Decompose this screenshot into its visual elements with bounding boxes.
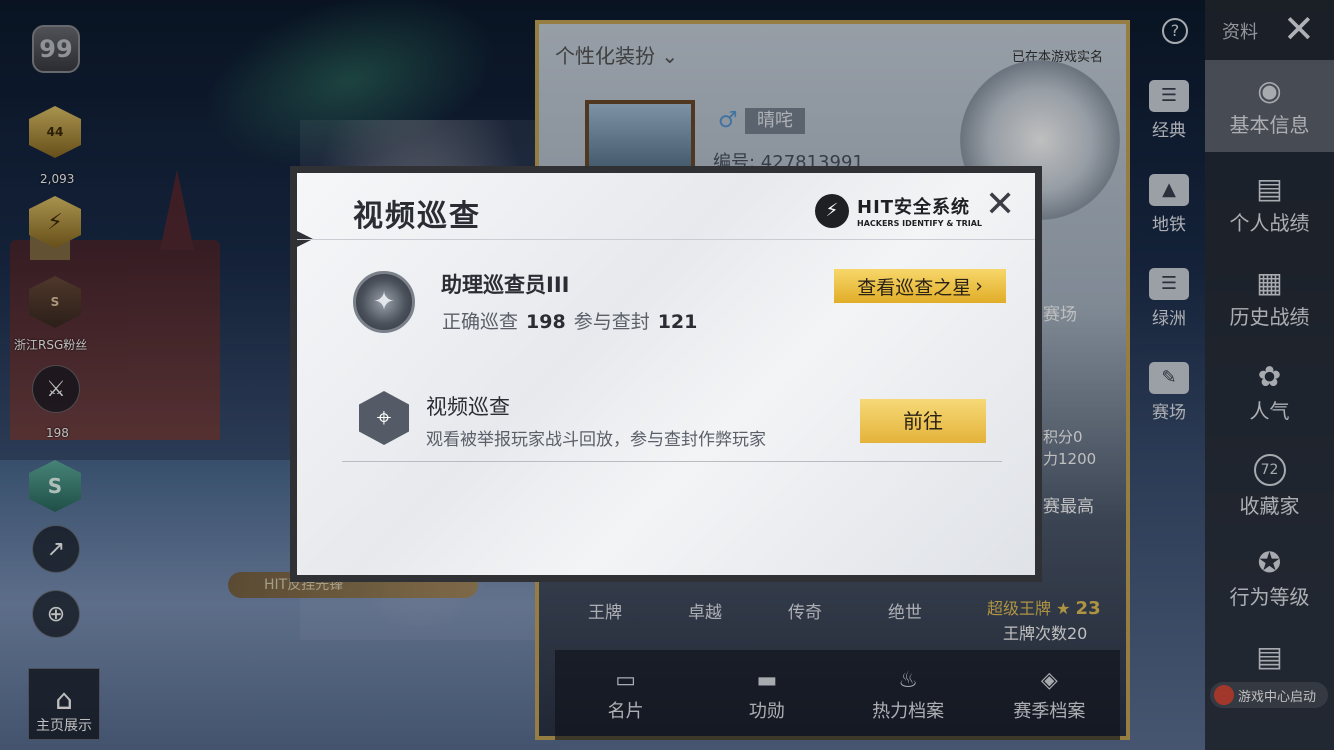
- modal-close-icon[interactable]: ✕: [985, 187, 1015, 223]
- chevron-right-icon: ›: [975, 275, 983, 297]
- patrol-rank-name: 助理巡查员III: [441, 273, 570, 297]
- modal-body: 视频巡查 ⚡ HIT安全系统 HACKERS IDENTIFY & TRIAL …: [297, 173, 1035, 575]
- patrol-rank-badge: ✦: [353, 271, 415, 333]
- crosshair-icon: ⌖: [359, 391, 409, 445]
- hit-logo-icon: ⚡: [815, 193, 849, 228]
- goto-button[interactable]: 前往: [860, 399, 986, 443]
- task-divider: [342, 461, 1002, 462]
- ban-count: 121: [657, 311, 698, 333]
- modal-title: 视频巡查: [353, 199, 481, 234]
- view-patrol-star-label: 查看巡查之星: [857, 276, 972, 299]
- hit-logo-text: HIT安全系统: [857, 197, 971, 218]
- ban-label: 参与查封: [573, 311, 650, 333]
- video-patrol-modal: 视频巡查 ⚡ HIT安全系统 HACKERS IDENTIFY & TRIAL …: [290, 166, 1042, 582]
- correct-label: 正确巡查: [442, 311, 519, 333]
- hit-logo-subtext: HACKERS IDENTIFY & TRIAL: [857, 219, 983, 228]
- correct-count: 198: [526, 311, 566, 333]
- patrol-stats: 正确巡查 198 参与查封 121: [442, 307, 705, 334]
- header-divider: [297, 239, 1035, 240]
- hit-logo: ⚡ HIT安全系统 HACKERS IDENTIFY & TRIAL: [815, 193, 982, 228]
- task-description: 观看被举报玩家战斗回放，参与查封作弊玩家: [426, 430, 766, 450]
- view-patrol-star-button[interactable]: 查看巡查之星 ›: [834, 269, 1006, 303]
- task-title: 视频巡查: [426, 395, 510, 419]
